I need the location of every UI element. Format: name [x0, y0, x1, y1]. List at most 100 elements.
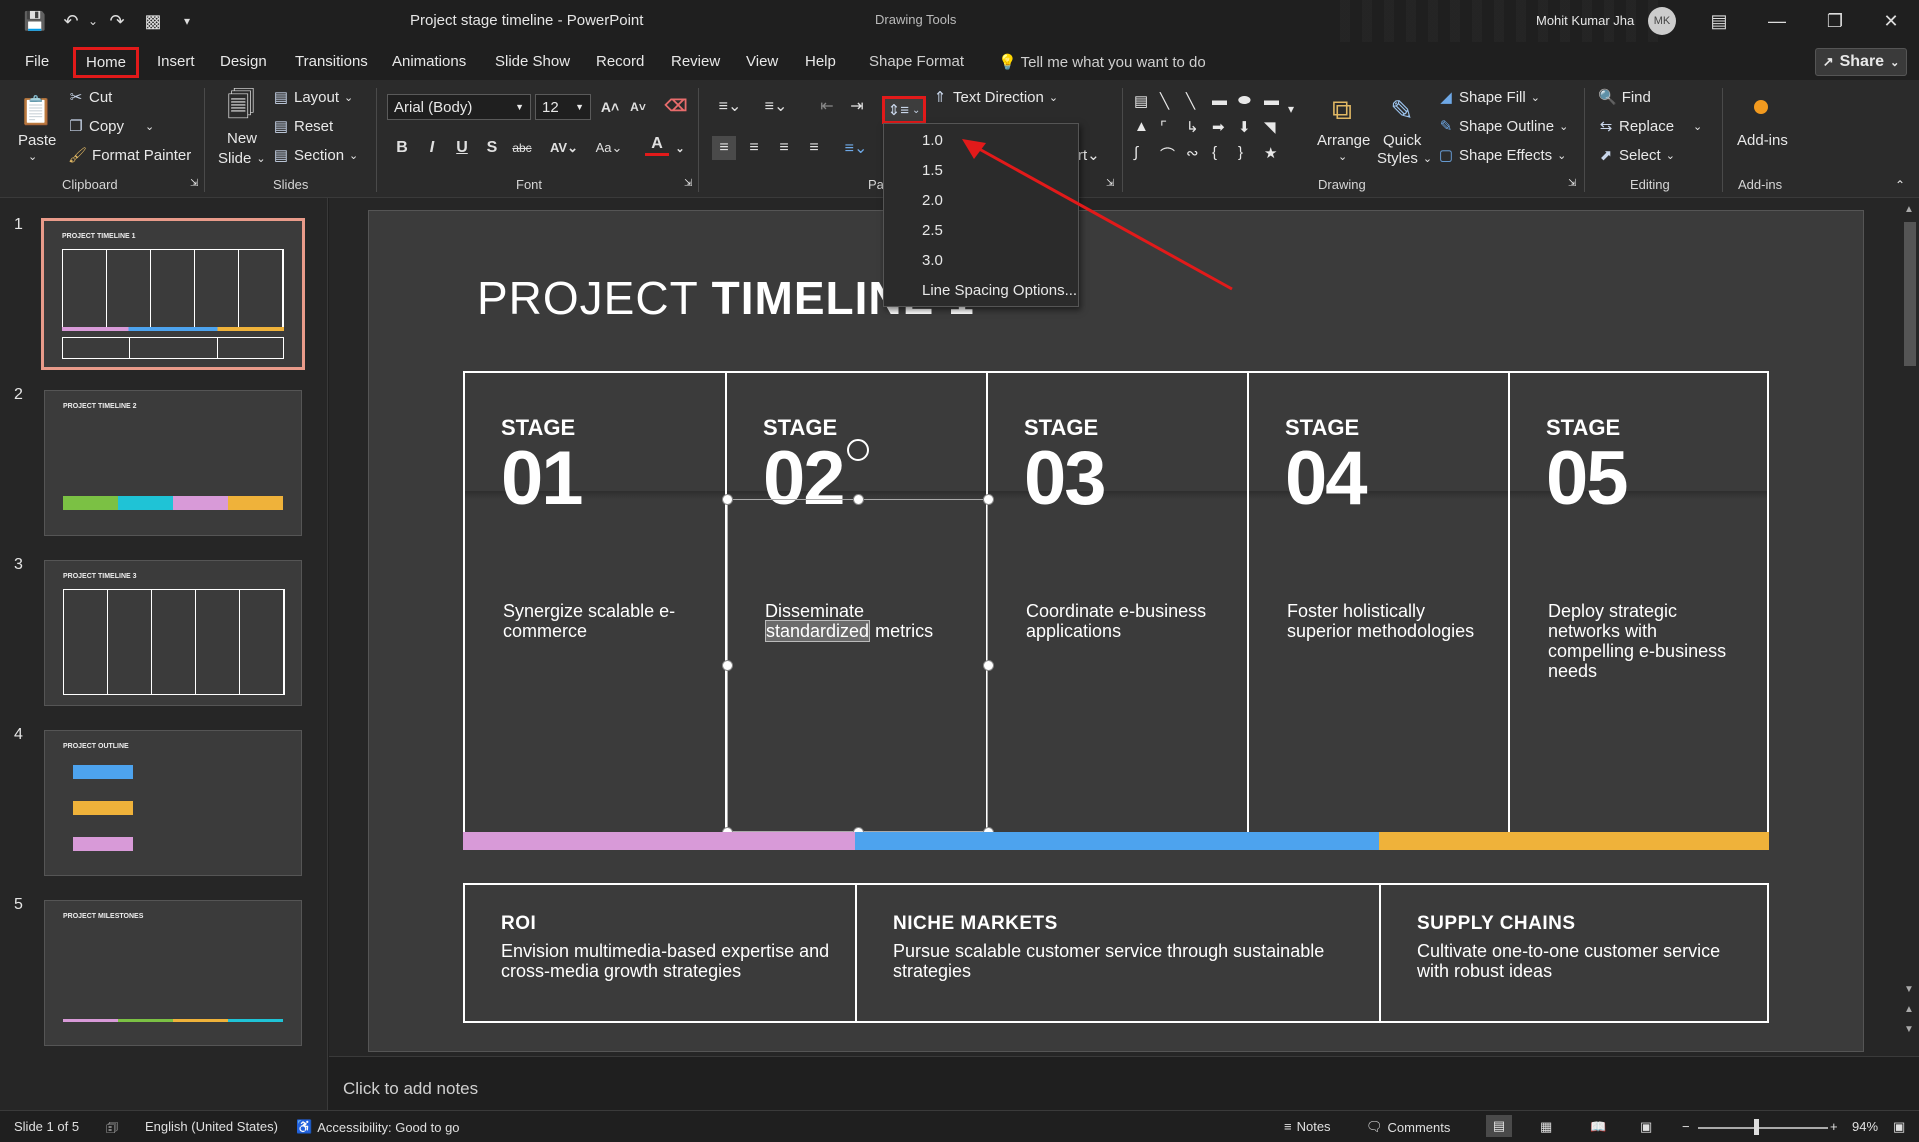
- tab-transitions[interactable]: Transitions: [287, 50, 376, 73]
- bullets-icon[interactable]: ≡⌄: [712, 94, 748, 118]
- bold-icon[interactable]: B: [390, 136, 414, 160]
- fit-to-window-icon[interactable]: ▣: [1893, 1119, 1905, 1135]
- stage-cell-5[interactable]: STAGE 05 Deploy strategic networks with …: [1510, 371, 1767, 846]
- tab-home[interactable]: Home: [72, 47, 140, 78]
- shapes-more-icon[interactable]: ▾: [1288, 102, 1294, 116]
- rectangle-icon[interactable]: ▬: [1212, 92, 1236, 116]
- align-right-icon[interactable]: ≡: [772, 136, 796, 160]
- align-center-icon[interactable]: ≡: [742, 136, 766, 160]
- quick-styles-button[interactable]: Styles ⌄: [1377, 150, 1432, 167]
- tab-insert[interactable]: Insert: [149, 50, 203, 73]
- stage-cell-4[interactable]: STAGE 04 Foster holistically superior me…: [1249, 371, 1510, 846]
- zoom-slider-track[interactable]: [1698, 1127, 1828, 1129]
- paste-dropdown-icon[interactable]: ⌄: [28, 150, 37, 163]
- paste-icon[interactable]: 📋: [16, 90, 56, 130]
- zoom-out-icon[interactable]: −: [1682, 1119, 1690, 1134]
- columns-icon[interactable]: ≡⌄: [838, 136, 874, 160]
- format-painter-button[interactable]: 🖌 Format Painter: [68, 146, 191, 165]
- font-color-icon[interactable]: A: [645, 134, 669, 156]
- slide-thumbnail-1[interactable]: PROJECT TIMELINE 1: [41, 218, 305, 370]
- new-slide-label-1[interactable]: New: [227, 130, 257, 147]
- notes-pane[interactable]: Click to add notes: [329, 1056, 1919, 1110]
- tell-me-search[interactable]: 💡 Tell me what you want to do: [990, 50, 1214, 74]
- add-ins-button[interactable]: Add-ins: [1737, 132, 1788, 149]
- resize-handle[interactable]: [722, 494, 733, 505]
- bottom-cell-roi[interactable]: ROI Envision multimedia-based expertise …: [465, 883, 857, 1023]
- line-spacing-button[interactable]: ⇕≡ ⌄: [882, 96, 926, 124]
- slide-show-icon[interactable]: ▣: [1640, 1119, 1652, 1135]
- save-icon[interactable]: 💾: [22, 8, 48, 34]
- align-left-icon[interactable]: ≡: [712, 136, 736, 160]
- justify-icon[interactable]: ≡: [802, 136, 826, 160]
- color-bar-pink[interactable]: [463, 832, 855, 850]
- rotation-handle-icon[interactable]: [847, 439, 869, 461]
- shape-effects-button[interactable]: ▢ Shape Effects ⌄: [1438, 146, 1566, 165]
- oval-icon[interactable]: ⬬: [1238, 92, 1262, 116]
- redo-icon[interactable]: ↷: [104, 8, 130, 34]
- new-slide-icon[interactable]: 🗐: [221, 88, 261, 128]
- dialog-launcher-icon[interactable]: ⇲: [684, 178, 692, 189]
- find-button[interactable]: 🔍 Find: [1598, 88, 1651, 107]
- italic-icon[interactable]: I: [420, 136, 444, 160]
- add-ins-icon[interactable]: [1754, 100, 1768, 114]
- dialog-launcher-icon[interactable]: ⇲: [190, 178, 198, 189]
- color-bar-blue[interactable]: [855, 832, 1379, 850]
- slide-thumbnail-2[interactable]: PROJECT TIMELINE 2: [44, 390, 302, 536]
- line-spacing-option-2-5[interactable]: 2.5: [922, 222, 943, 239]
- collapse-ribbon-icon[interactable]: ⌃: [1895, 178, 1905, 192]
- stage-cell-1[interactable]: STAGE 01 Synergize scalable e-commerce: [465, 371, 727, 846]
- rounded-rectangle-icon[interactable]: ▬: [1264, 92, 1288, 116]
- resize-handle[interactable]: [722, 660, 733, 671]
- quick-styles-icon[interactable]: ✎: [1382, 90, 1422, 130]
- notes-button[interactable]: ≡ Notes: [1284, 1119, 1331, 1134]
- ribbon-display-options-icon[interactable]: ▤: [1690, 0, 1748, 42]
- decrease-indent-icon[interactable]: ⇤: [815, 94, 839, 118]
- spell-check-icon[interactable]: 🗊: [106, 1119, 118, 1141]
- arrange-button[interactable]: Arrange: [1317, 132, 1370, 149]
- strikethrough-icon[interactable]: abc: [510, 136, 534, 160]
- new-slide-button[interactable]: Slide ⌄: [218, 150, 266, 167]
- tab-record[interactable]: Record: [588, 50, 652, 73]
- tab-help[interactable]: Help: [797, 50, 844, 73]
- callout-icon[interactable]: ◥: [1264, 118, 1288, 142]
- line-spacing-option-1-5[interactable]: 1.5: [922, 162, 943, 179]
- previous-slide-icon[interactable]: ▲: [1904, 1004, 1914, 1015]
- language-indicator[interactable]: English (United States): [145, 1119, 278, 1134]
- next-slide-icon[interactable]: ▼: [1904, 1024, 1914, 1035]
- tab-design[interactable]: Design: [212, 50, 275, 73]
- cut-button[interactable]: ✂ Cut: [68, 88, 113, 107]
- scrollbar-thumb[interactable]: [1904, 222, 1916, 366]
- font-family-select[interactable]: Arial (Body) ▼: [387, 94, 531, 120]
- paste-button[interactable]: Paste: [18, 132, 56, 149]
- customize-toolbar-icon[interactable]: ▾: [174, 8, 200, 34]
- user-avatar[interactable]: MK: [1648, 7, 1676, 35]
- replace-button[interactable]: ⇆ Replace ⌄: [1598, 117, 1703, 136]
- tab-review[interactable]: Review: [663, 50, 728, 73]
- right-brace-icon[interactable]: }: [1238, 144, 1262, 168]
- slide-canvas[interactable]: PROJECT TIMELINE 1 STAGE 01 Synergize sc…: [368, 210, 1864, 1052]
- line-icon[interactable]: ╲: [1186, 92, 1210, 116]
- chevron-down-icon[interactable]: ⌄: [1338, 150, 1347, 163]
- tab-animations[interactable]: Animations: [384, 50, 474, 73]
- line-icon[interactable]: ╲: [1160, 92, 1184, 116]
- clear-formatting-icon[interactable]: ⌫: [664, 94, 688, 118]
- dialog-launcher-icon[interactable]: ⇲: [1568, 178, 1576, 189]
- section-button[interactable]: ▤ Section ⌄: [273, 146, 358, 165]
- quick-styles-label-1[interactable]: Quick: [1383, 132, 1421, 149]
- minimize-icon[interactable]: —: [1748, 0, 1806, 42]
- bottom-cell-supply-chains[interactable]: SUPPLY CHAINS Cultivate one-to-one custo…: [1381, 883, 1767, 1023]
- color-bar-orange[interactable]: [1379, 832, 1769, 850]
- reset-button[interactable]: ▤ Reset: [273, 117, 333, 136]
- layout-button[interactable]: ▤ Layout ⌄: [273, 88, 353, 107]
- line-spacing-option-2-0[interactable]: 2.0: [922, 192, 943, 209]
- text-box-icon[interactable]: ▤: [1134, 92, 1158, 116]
- chevron-down-icon[interactable]: ⌄: [668, 136, 692, 160]
- stage-cell-3[interactable]: STAGE 03 Coordinate e-business applicati…: [988, 371, 1249, 846]
- down-arrow-icon[interactable]: ⬇: [1238, 118, 1262, 142]
- notes-placeholder[interactable]: Click to add notes: [343, 1079, 478, 1099]
- numbering-icon[interactable]: ≡⌄: [758, 94, 794, 118]
- change-case-icon[interactable]: Aa⌄: [590, 136, 628, 160]
- slide-thumbnail-3[interactable]: PROJECT TIMELINE 3: [44, 560, 302, 706]
- tab-view[interactable]: View: [738, 50, 786, 73]
- font-size-select[interactable]: 12 ▼: [535, 94, 591, 120]
